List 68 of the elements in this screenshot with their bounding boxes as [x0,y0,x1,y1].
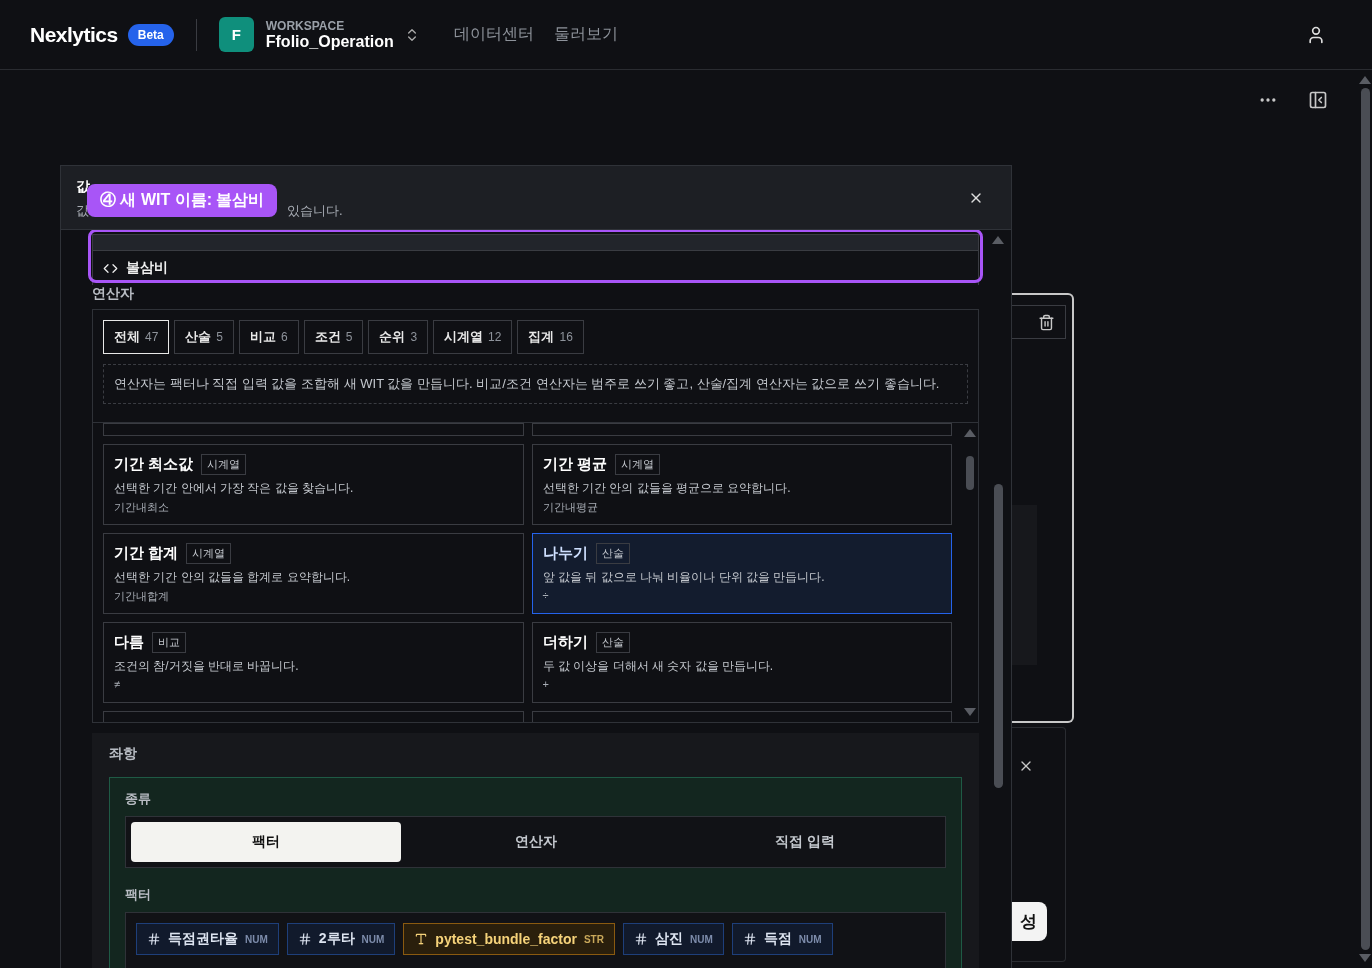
beta-badge: Beta [127,23,174,46]
hash-icon [297,932,312,946]
operator-description: 조건의 참/거짓을 반대로 바꿉니다. [114,658,300,675]
category-tag: 산술 [595,543,630,564]
operator-description: 선택한 기간 안의 값들을 평균으로 요약합니다. [542,480,792,497]
workspace-name: Ffolio_Operation [265,32,394,51]
category-tab[interactable]: 시계열 12 [433,320,513,354]
create-button[interactable]: 성 [1010,902,1047,941]
category-tab[interactable]: 산술 5 [174,320,235,354]
operator-name: 나누기 [542,544,588,563]
operator-card[interactable]: 나누기 산술 앞 값을 뒤 값으로 나눠 비율이나 단위 값을 만듭니다. ÷ [531,533,952,614]
operator-name: 기간 최소값 [114,455,194,474]
panel-toggle-icon[interactable] [1308,90,1328,110]
operator-description: 앞 값을 뒤 값으로 나눠 비율이나 단위 값을 만듭니다. [542,569,826,586]
operator-card[interactable]: 다름 비교 조건의 참/거짓을 반대로 바꿉니다. ≠ [103,622,524,703]
operator-name: 더하기 [542,633,588,652]
category-tag: 비교 [152,632,186,653]
operator-card[interactable]: 기간 평균 시계열 선택한 기간 안의 값들을 평균으로 요약합니다. 기간내평균 [531,444,952,525]
category-tab[interactable]: 조건 5 [303,320,364,354]
factor-chip[interactable]: 득점 NUM [731,923,833,955]
operator-card[interactable]: 기간 최소값 시계열 선택한 기간 안에서 가장 작은 값을 찾습니다. 기간내최소 [103,444,524,525]
dialog-subtitle: 있습니다. [287,202,343,220]
section-label: 좌항 [109,745,138,763]
operator-symbol: 기간내합계 [114,589,170,604]
category-tag: 시계열 [201,454,247,475]
nav-link[interactable]: 둘러보기 [553,24,618,45]
dialog-subtitle: 값 [76,202,89,220]
factor-chip[interactable]: 득점권타율 NUM [136,923,279,955]
category-tag: 시계열 [614,454,660,475]
operator-symbol: 기간내최소 [114,500,170,515]
operator-card[interactable]: 기간 합계 시계열 선택한 기간 안의 값들을 합계로 요약합니다. 기간내합계 [103,533,524,614]
operator-name: 기간 평균 [542,455,607,474]
category-tag: 시계열 [186,543,232,564]
operator-symbol: ÷ [542,589,550,601]
factor-chip[interactable]: 삼진 NUM [622,923,724,955]
kind-segment[interactable]: 연산자 [400,822,671,862]
factor-chip[interactable]: pytest_bundle_factor STR [403,923,615,955]
category-tab[interactable]: 비교 6 [239,320,299,354]
category-tab[interactable]: 전체 47 [103,320,170,354]
operator-description: 선택한 기간 안의 값들을 합계로 요약합니다. [114,569,351,586]
hash-icon [633,932,648,946]
operator-description: 두 값 이상을 더해서 새 숫자 값을 만듭니다. [542,658,775,675]
operator-symbol: 기간내평균 [542,500,599,515]
user-icon[interactable] [1306,24,1326,45]
workspace-avatar: F [218,17,254,52]
kind-segment[interactable]: 팩터 [131,822,401,862]
category-tab[interactable]: 순위 3 [368,320,429,354]
section-label: 연산자 [92,285,135,303]
kind-segment[interactable]: 직접 입력 [670,822,940,862]
field-label: 종류 [125,790,152,808]
workspace-label: WORKSPACE [265,18,346,33]
category-tag: 산술 [595,632,630,653]
text-type-icon [414,932,429,946]
hash-icon [742,932,757,946]
operator-symbol: ≠ [114,678,122,690]
info-text: 연산자는 팩터나 직접 입력 값을 조합해 새 WIT 값을 만듭니다. 비교/조건 연산자는 범주로 쓰기 좋고, 산술/집계 연산자는 값으로 쓰기 좋습니다. [103,364,968,404]
factor-chip[interactable]: 2루타 NUM [286,923,396,955]
trash-icon[interactable] [1038,313,1055,331]
operator-card[interactable]: 더하기 산술 두 값 이상을 더해서 새 숫자 값을 만듭니다. + [531,622,952,703]
operator-symbol: + [542,678,550,690]
category-tab[interactable]: 집계 16 [517,320,584,354]
hash-icon [147,932,161,946]
nav-link[interactable]: 데이터센터 [453,24,534,45]
brand-logo[interactable]: Nexlytics [30,22,118,47]
field-label: 팩터 [125,886,152,904]
operator-description: 선택한 기간 안에서 가장 작은 값을 찾습니다. [114,480,355,497]
operator-name: 기간 합계 [114,544,179,563]
operator-name: 다름 [114,633,144,652]
